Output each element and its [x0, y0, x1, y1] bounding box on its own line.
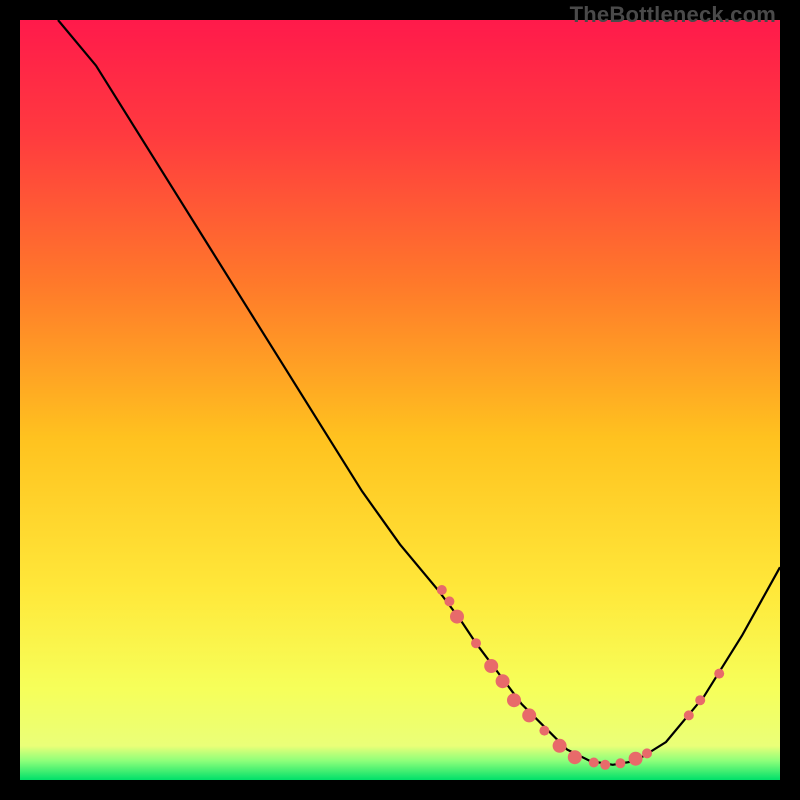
gpu-marker	[496, 674, 510, 688]
gpu-marker	[484, 659, 498, 673]
gpu-marker	[437, 585, 447, 595]
gpu-marker	[695, 695, 705, 705]
gpu-marker	[714, 669, 724, 679]
gpu-marker	[615, 758, 625, 768]
gpu-marker	[471, 638, 481, 648]
gpu-marker	[600, 760, 610, 770]
gpu-marker	[507, 693, 521, 707]
gpu-marker	[589, 758, 599, 768]
gpu-marker	[629, 752, 643, 766]
gradient-background	[20, 20, 780, 780]
gpu-marker	[539, 726, 549, 736]
chart-svg	[20, 20, 780, 780]
chart-frame	[20, 20, 780, 780]
gpu-marker	[553, 739, 567, 753]
gpu-marker	[684, 710, 694, 720]
gpu-marker	[568, 750, 582, 764]
gpu-marker	[642, 748, 652, 758]
gpu-marker	[522, 708, 536, 722]
gpu-marker	[444, 596, 454, 606]
gpu-marker	[450, 610, 464, 624]
watermark-text: TheBottleneck.com	[570, 2, 776, 28]
